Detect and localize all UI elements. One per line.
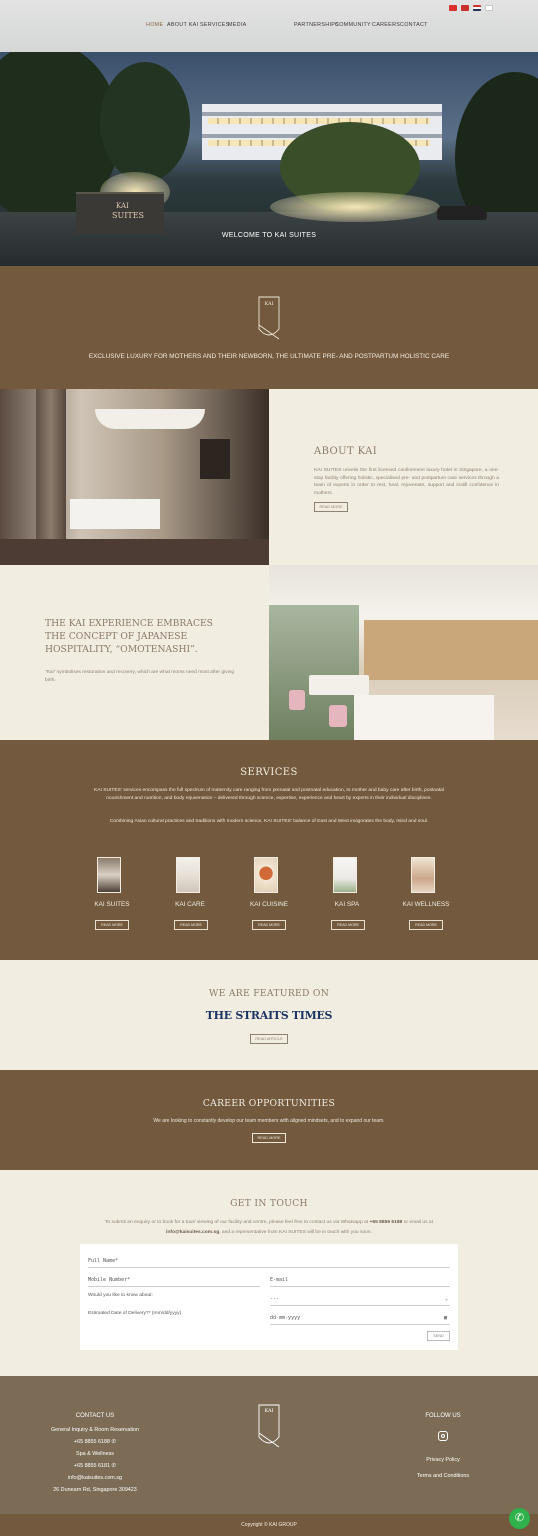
experience-body: “Kai” symbolises restoration and recover… <box>45 670 235 683</box>
send-button[interactable]: SEND <box>427 1331 450 1341</box>
full-name-field[interactable]: Full Name* <box>88 1258 450 1268</box>
service-label-spa: KAI SPA <box>334 901 360 908</box>
featured-section: WE ARE FEATURED ON THE STRAITS TIMES REA… <box>0 960 538 1070</box>
whatsapp-chat-button[interactable]: ✆ <box>509 1508 530 1529</box>
suites-read-more-button[interactable]: READ MORE <box>95 920 129 930</box>
whatsapp-icon: ✆ <box>111 1439 117 1445</box>
kai-spa-thumbnail[interactable] <box>333 857 357 893</box>
flag-kr-icon[interactable] <box>485 5 493 11</box>
chevron-down-icon: ⌄ <box>444 1296 448 1302</box>
suite-bedroom-image <box>0 389 269 565</box>
flag-uk-icon[interactable] <box>473 5 481 11</box>
terms-link[interactable]: Terms and Conditions <box>400 1473 486 1479</box>
hero-welcome: WELCOME TO KAI SUITES <box>221 232 317 239</box>
wellness-read-more-button[interactable]: READ MORE <box>409 920 443 930</box>
kai-suites-sign: KAI SUITES <box>76 192 164 234</box>
cuisine-read-more-button[interactable]: READ MORE <box>252 920 286 930</box>
email-link[interactable]: info@kaisuites.com.sg <box>166 1230 219 1235</box>
footer-spa-phone[interactable]: +65 8855 6181 ✆ <box>20 1463 170 1469</box>
kai-suites-thumbnail[interactable] <box>97 857 121 893</box>
straits-times-logo[interactable]: THE STRAITS TIMES <box>0 1009 538 1022</box>
service-label-care: KAI CARE <box>175 901 205 908</box>
footer-general-label: General Inquiry & Room Reservation <box>50 1427 140 1433</box>
nav-careers[interactable]: CAREERS <box>372 22 400 28</box>
nav-home[interactable]: HOME <box>146 22 163 28</box>
about-title: ABOUT KAI <box>314 446 378 457</box>
footer-contact-title: CONTACT US <box>75 1413 115 1419</box>
delivery-date-field[interactable]: dd-mm-yyyy ▦ <box>270 1315 450 1325</box>
services-title: SERVICES <box>240 767 298 778</box>
footer-address: 26 Dunearn Rd, Singapore 309423 <box>53 1487 137 1493</box>
career-read-more-button[interactable]: READ MORE <box>252 1133 286 1143</box>
enquiry-form: Full Name* Mobile Number* E-mail Would y… <box>80 1244 458 1350</box>
know-about-label: Would you like to know about: <box>88 1293 153 1298</box>
service-label-wellness: KAI WELLNESS <box>402 901 450 908</box>
footer-spa-label: Spa & Wellness <box>76 1451 114 1457</box>
nav-about[interactable]: ABOUT KAI <box>167 22 198 28</box>
services-description-2: Combining Asian cultural practices and t… <box>109 819 429 824</box>
kai-care-thumbnail[interactable] <box>176 857 200 893</box>
whatsapp-icon: ✆ <box>111 1463 117 1469</box>
nav-contact[interactable]: CONTACT <box>400 22 428 28</box>
read-article-button[interactable]: READ ARTICLE <box>250 1034 288 1044</box>
intro-section: KAI EXCLUSIVE LUXURY FOR MOTHERS AND THE… <box>0 266 538 389</box>
service-label-cuisine: KAI CUISINE <box>250 901 288 908</box>
footer-follow-title: FOLLOW US <box>425 1413 461 1419</box>
services-description: KAI SUITES' services encompass the full … <box>94 788 444 801</box>
about-body: KAI SUITES unveils the first licensed co… <box>314 468 499 496</box>
contact-title: GET IN TOUCH <box>230 1198 308 1209</box>
top-navigation: HOME ABOUT KAI SERVICES MEDIA PARTNERSHI… <box>0 0 538 52</box>
footer-general-phone[interactable]: +65 8855 6188 ✆ <box>20 1439 170 1445</box>
know-about-select[interactable]: --- ⌄ <box>270 1296 450 1306</box>
kai-cuisine-thumbnail[interactable] <box>254 857 278 893</box>
about-panel: ABOUT KAI KAI SUITES unveils the first l… <box>269 389 538 565</box>
contact-intro: To submit an enquiry or to book for a to… <box>104 1220 433 1235</box>
intro-logo-text: KAI <box>264 301 274 307</box>
featured-title: WE ARE FEATURED ON <box>208 988 330 999</box>
care-read-more-button[interactable]: READ MORE <box>174 920 208 930</box>
privacy-policy-link[interactable]: Privacy Policy <box>400 1457 486 1463</box>
copyright-bar: Copyright © KAI GROUP <box>0 1514 538 1536</box>
spa-read-more-button[interactable]: READ MORE <box>331 920 365 930</box>
service-label-suites: KAI SUITES <box>94 901 130 908</box>
nav-community[interactable]: COMMUNITY <box>335 22 371 28</box>
dining-room-image <box>269 565 538 740</box>
whatsapp-icon: ✆ <box>514 1512 525 1524</box>
nav-services[interactable]: SERVICES <box>200 22 230 28</box>
nav-media[interactable]: MEDIA <box>228 22 247 28</box>
about-read-more-button[interactable]: READ MORE <box>314 502 348 512</box>
instagram-icon[interactable] <box>438 1431 448 1441</box>
calendar-icon[interactable]: ▦ <box>444 1315 447 1321</box>
intro-tagline: EXCLUSIVE LUXURY FOR MOTHERS AND THEIR N… <box>88 353 450 360</box>
footer-logo-text: KAI <box>264 1408 274 1414</box>
site-footer: CONTACT US General Inquiry & Room Reserv… <box>0 1376 538 1514</box>
experience-title: THE KAI EXPERIENCE EMBRACES THE CONCEPT … <box>45 618 213 655</box>
footer-email-link[interactable]: info@kaisuites.com.sg <box>20 1475 170 1481</box>
career-title: CAREER OPPORTUNITIES <box>202 1098 336 1109</box>
mobile-field[interactable]: Mobile Number* <box>88 1277 260 1287</box>
flag-tw-icon[interactable] <box>461 5 469 11</box>
flag-cn-icon[interactable] <box>449 5 457 11</box>
career-body: We are looking to constantly develop our… <box>153 1118 385 1124</box>
nav-partnerships[interactable]: PARTNERSHIPS <box>294 22 339 28</box>
whatsapp-number-link[interactable]: +65 8855 6188 <box>370 1220 403 1225</box>
career-section: CAREER OPPORTUNITIES We are looking to c… <box>0 1070 538 1170</box>
delivery-date-label: Estimated Date of Delivery?* (mm/dd/yyyy… <box>88 1311 182 1316</box>
experience-panel: THE KAI EXPERIENCE EMBRACES THE CONCEPT … <box>0 565 269 740</box>
car-image <box>437 206 487 220</box>
kai-wellness-thumbnail[interactable] <box>411 857 435 893</box>
email-field[interactable]: E-mail <box>270 1277 450 1287</box>
hero-banner: KAI SUITES WELCOME TO KAI SUITES <box>0 52 538 266</box>
